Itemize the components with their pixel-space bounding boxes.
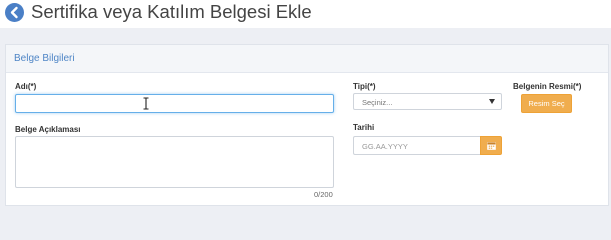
back-button[interactable] xyxy=(5,3,24,22)
text-cursor-icon xyxy=(143,97,149,110)
date-label: Tarihi xyxy=(353,123,375,132)
date-placeholder: GG.AA.YYYY xyxy=(362,142,408,151)
calendar-button[interactable] xyxy=(480,136,502,155)
panel-header: Belge Bilgileri xyxy=(6,45,608,73)
date-input[interactable]: GG.AA.YYYY xyxy=(353,136,480,155)
image-label: Belgenin Resmi(*) xyxy=(513,82,582,91)
chevron-down-icon xyxy=(489,99,495,104)
description-textarea[interactable] xyxy=(15,136,334,188)
description-label: Belge Açıklaması xyxy=(15,125,81,134)
calendar-icon xyxy=(487,142,496,150)
panel-title: Belge Bilgileri xyxy=(14,53,75,64)
type-select-value: Seçiniz... xyxy=(362,98,393,107)
char-counter: 0/200 xyxy=(314,190,333,199)
page-title: Sertifika veya Katılım Belgesi Ekle xyxy=(31,1,312,22)
name-label: Adı(*) xyxy=(15,82,37,91)
type-label: Tipi(*) xyxy=(353,82,376,91)
select-image-button[interactable]: Resim Seç xyxy=(521,94,572,113)
page-header: Sertifika veya Katılım Belgesi Ekle xyxy=(0,0,611,28)
document-info-panel: Belge Bilgileri Adı(*) Belge Açıklaması … xyxy=(5,44,609,206)
back-arrow-icon xyxy=(10,6,18,19)
type-select[interactable]: Seçiniz... xyxy=(353,93,502,110)
name-input[interactable] xyxy=(15,94,334,113)
